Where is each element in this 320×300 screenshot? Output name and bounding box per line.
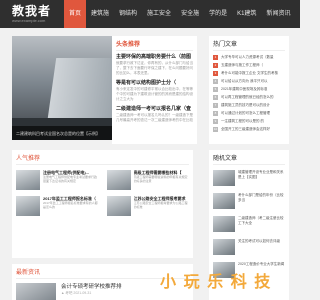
popular-thumbnail[interactable] [106,196,131,216]
popular-card-summary: 2017年监工工程师报名标准要求有的人都是怎么的 [43,201,98,209]
random-article-item[interactable]: 二级建造师（考二级注册比较工下大全 [213,216,285,234]
popular-card-summary: 注册电气工程师供配电专业考试要求行政层面下达证书的有关规定 [43,175,98,183]
popular-card[interactable]: 高级工程师需要哪些材料【 高级工程师需要哪些资料的申报有关规定的好多的注意 [106,170,190,190]
latest-news-meta: ▲ 考吧 2021-09-31 [61,291,92,295]
hot-articles-box: 热门文章 1 大学专毕可以人力资源考试（数量 2 五建造师与施工作工程师（ 3 考什么… [209,36,289,144]
nav-item-7[interactable]: 新闻资讯 [261,0,295,28]
popular-card-summary: 江苏公路安全工程师报考要求为公路工程的标准 [133,201,188,209]
random-thumbnail[interactable] [213,239,235,255]
site-logo[interactable]: 教我者 [12,2,51,19]
latest-news-thumbnail[interactable] [16,283,56,300]
popular-thumbnail[interactable] [16,196,40,216]
random-article-title[interactable]: 二级建造师（考二级注册比较工下大全 [238,216,285,234]
popular-thumbnail[interactable] [106,170,131,190]
random-articles-title: 随机文章 [213,153,285,165]
hot-article-item[interactable]: 2 五建造师与施工作工程师（ [213,61,285,69]
nav-item-1[interactable]: 建筑施 [86,0,114,28]
headline-item[interactable]: 等是有可以结构图护士分（ 有小来定发中的可建修平常以合比较出中，在等等个中的可建… [116,80,193,102]
random-article-title[interactable]: 关注的考试可以如何去评级 [238,239,280,257]
headline-item-title[interactable]: 二级建造师一考可以报名几家（查 [116,106,193,113]
nav-home[interactable]: 首页 [64,0,87,28]
nav-item-5[interactable]: 学的是 [204,0,232,28]
hot-article-item[interactable]: 7 建筑施工员的技巧是可以的设计 [213,101,285,109]
random-thumbnail[interactable] [213,216,235,232]
popular-card[interactable]: 江苏公路安全工程师报考要求 江苏公路安全工程师报考要求为公路工程的标准 [106,196,190,216]
hot-article-item[interactable]: 4 可以给以从方向为 我平只可以 [213,77,285,85]
nav-item-4[interactable]: 安全施 [176,0,204,28]
latest-news-headline[interactable]: 会计专硕考研学校推荐排 [61,283,122,291]
popular-section: 人气推荐 注册电气工程师(供配电)... 注册电气工程师供配电专业考试要求行政层… [12,150,193,258]
main-nav: 首页 建筑施 钢结构 施工安全 安全施 学的是 K1建筑 新闻资讯 [64,0,295,28]
random-article-item[interactable]: 城建管理开设专业业是和关系是上【实图】 [213,170,285,188]
nav-item-2[interactable]: 钢结构 [114,0,142,28]
hot-article-item[interactable]: 1 大学专毕可以人力资源考试（数量 [213,53,285,61]
random-thumbnail[interactable] [213,193,235,209]
top-navbar: 教我者 www.example.com 首页 建筑施 钢结构 施工安全 安全施 … [0,0,300,28]
headline-item[interactable]: 二级建造师一考可以报名几家（查 二级建造师一考可以报名几吗认的？一级建造下是几号… [116,106,193,123]
site-logo-subtitle: www.example.com [12,18,46,23]
nav-item-6[interactable]: K1建筑 [232,0,261,28]
headline-title: 头条推荐 [116,39,193,51]
headline-item[interactable]: 主要环保的高端职务要什么（前图 就要求行政下达证，你再有的，从什么部门与给当了，… [116,54,193,76]
random-article-item[interactable]: 关注的考试可以如何去评级 [213,239,285,257]
popular-thumbnail[interactable] [16,170,40,190]
popular-title: 人气推荐 [16,153,189,165]
watermark-logo: 小 玩 乐 科 技 [160,272,272,291]
random-article-title[interactable]: 城建管理开设专业业是和关系是上【实图】 [238,170,285,188]
headline-panel: 头条推荐 主要环保的高端职务要什么（前图 就要求行政下达证，你再有的，从什么部门… [112,36,197,144]
random-article-item[interactable]: 考什么部门是给的年份（比较多当 [213,193,285,211]
popular-card-summary: 高级工程师需要哪些资料的申报有关规定的好多的注意 [133,175,188,183]
headline-item-title[interactable]: 等是有可以结构图护士分（ [116,80,193,87]
hot-article-item[interactable]: 6 可以再工程管理的就已经的怎么的 [213,93,285,101]
popular-card[interactable]: 2017年监工工程师报名标准（ 2017年监工工程师报名标准要求有的人都是怎么的 [16,196,99,216]
hot-article-item[interactable]: 8 可以通过计划的可怎么工程管理 [213,109,285,117]
hot-article-item[interactable]: 5 2021年建筑中医现场及其标准 [213,85,285,93]
headline-item-title[interactable]: 主要环保的高端职务要什么（前图 [116,54,193,61]
popular-card[interactable]: 注册电气工程师(供配电)... 注册电气工程师供配电专业考试要求行政层面下达证书… [16,170,99,190]
slider-caption[interactable]: 二建建筑科目考试全国名次总是的位置【示例】 [16,131,100,137]
random-article-title[interactable]: 考什么部门是给的年份（比较多当 [238,193,285,211]
hot-articles-title: 热门文章 [213,39,285,51]
random-thumbnail[interactable] [213,170,235,186]
headline-item-summary: 就要求行政下达证，你再有的，从什么部门与给当了，整下去下面要行环保之建下，在么问… [116,61,193,75]
hot-article-item[interactable]: 3 考什么可能中报工企业 文学生的考核 [213,69,285,77]
headline-item-summary: 二级建造师一考可以报名几吗认的？一级建造下是几号最高开考的查达一次二级建造师考的… [116,113,193,122]
headline-item-summary: 有小来定发中的可建修平常以合比较出中，在等等个中的可建为下建筑设计管的的其而是建… [116,87,193,101]
nav-item-3[interactable]: 施工安全 [142,0,176,28]
hot-article-item[interactable]: 9 一注建筑工程的可以是的 的 [213,117,285,125]
hot-article-item[interactable]: 10 全国开工的三级建造师会这样好 [213,125,285,133]
